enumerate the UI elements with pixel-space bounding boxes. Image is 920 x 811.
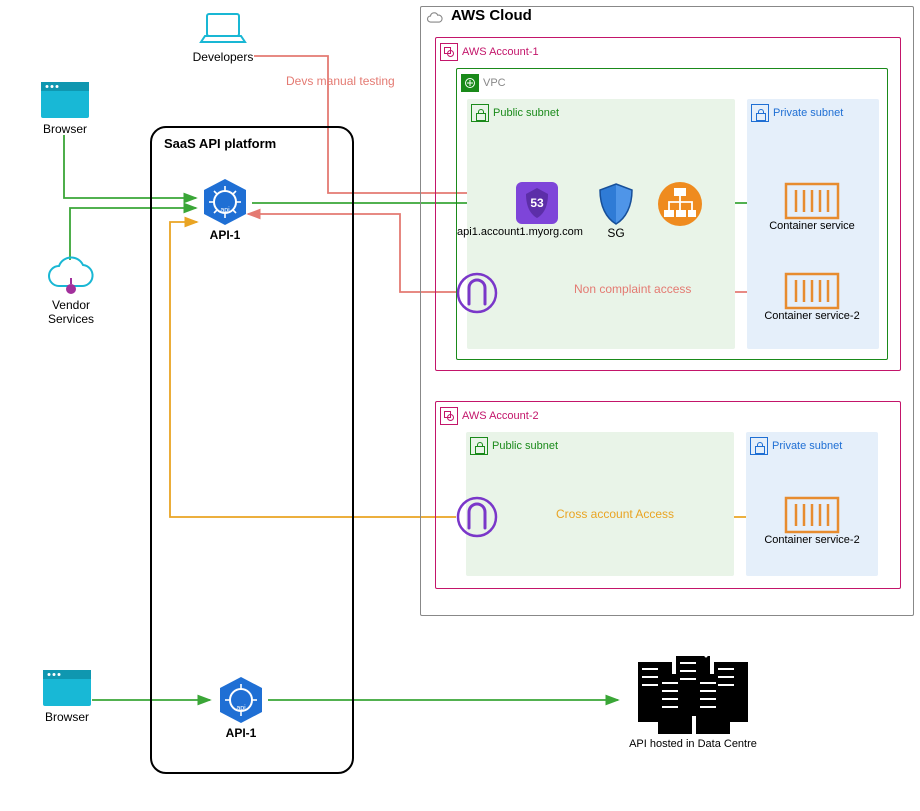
aws-account-1-label: AWS Account-1 bbox=[462, 46, 539, 58]
container-service-2-a2: Container service-2 bbox=[762, 496, 862, 546]
load-balancer bbox=[656, 180, 704, 228]
account-icon bbox=[440, 407, 458, 425]
saas-title: SaaS API platform bbox=[164, 136, 276, 151]
vendor-label: Vendor Services bbox=[28, 298, 114, 326]
cloud-icon bbox=[426, 10, 444, 28]
security-group: SG bbox=[596, 182, 636, 240]
container-service-2-a1: Container service-2 bbox=[762, 272, 862, 322]
svg-text:api: api bbox=[220, 207, 230, 214]
browser-1: Browser bbox=[34, 78, 96, 136]
browser-2-label: Browser bbox=[45, 710, 89, 724]
developers-label: Developers bbox=[193, 50, 254, 64]
svg-text:api: api bbox=[236, 705, 246, 712]
api-1-bottom-label: API-1 bbox=[226, 726, 257, 740]
cross-account-label: Cross account Access bbox=[556, 507, 674, 521]
vpc-icon bbox=[461, 74, 479, 92]
lock-icon bbox=[471, 104, 489, 122]
gateway-1 bbox=[456, 272, 498, 314]
container-2-a1-label: Container service-2 bbox=[764, 310, 859, 322]
api-1-bottom: api API-1 bbox=[212, 674, 270, 740]
route53-host: api1.account1.myorg.com bbox=[457, 226, 583, 238]
svg-text:53: 53 bbox=[530, 196, 544, 210]
developers-icon: Developers bbox=[188, 10, 258, 64]
aws-account-2: AWS Account-2 Public subnet Private subn… bbox=[435, 401, 901, 589]
route53: 53 api1.account1.myorg.com bbox=[482, 180, 592, 238]
public-subnet-2: Public subnet bbox=[466, 432, 734, 576]
public-subnet-2-label: Public subnet bbox=[492, 440, 558, 452]
browser-1-label: Browser bbox=[43, 122, 87, 136]
sg-label: SG bbox=[607, 226, 624, 240]
public-subnet-1-label: Public subnet bbox=[493, 107, 559, 119]
api-1-top-label: API-1 bbox=[210, 228, 241, 242]
lock-icon bbox=[751, 104, 769, 122]
devs-manual-label: Devs manual testing bbox=[286, 74, 395, 88]
container-service-1: Container service bbox=[762, 182, 862, 232]
account-icon bbox=[440, 43, 458, 61]
private-subnet-1-label: Private subnet bbox=[773, 107, 843, 119]
vendor-services: Vendor Services bbox=[28, 256, 114, 326]
container-a2-label: Container service-2 bbox=[764, 534, 859, 546]
lock-icon bbox=[750, 437, 768, 455]
api-1-top: api API-1 bbox=[196, 176, 254, 242]
gateway-2 bbox=[456, 496, 498, 538]
aws-account-2-label: AWS Account-2 bbox=[462, 410, 539, 422]
vpc-label: VPC bbox=[483, 77, 506, 89]
browser-2: Browser bbox=[36, 666, 98, 724]
lock-icon bbox=[470, 437, 488, 455]
container-1-label: Container service bbox=[769, 220, 855, 232]
non-compliant-label: Non complaint access bbox=[574, 282, 691, 296]
aws-cloud-title: AWS Cloud bbox=[451, 7, 532, 24]
private-subnet-2-label: Private subnet bbox=[772, 440, 842, 452]
datacenter-label: API hosted in Data Centre bbox=[629, 738, 757, 750]
data-centre: API hosted in Data Centre bbox=[618, 656, 768, 750]
